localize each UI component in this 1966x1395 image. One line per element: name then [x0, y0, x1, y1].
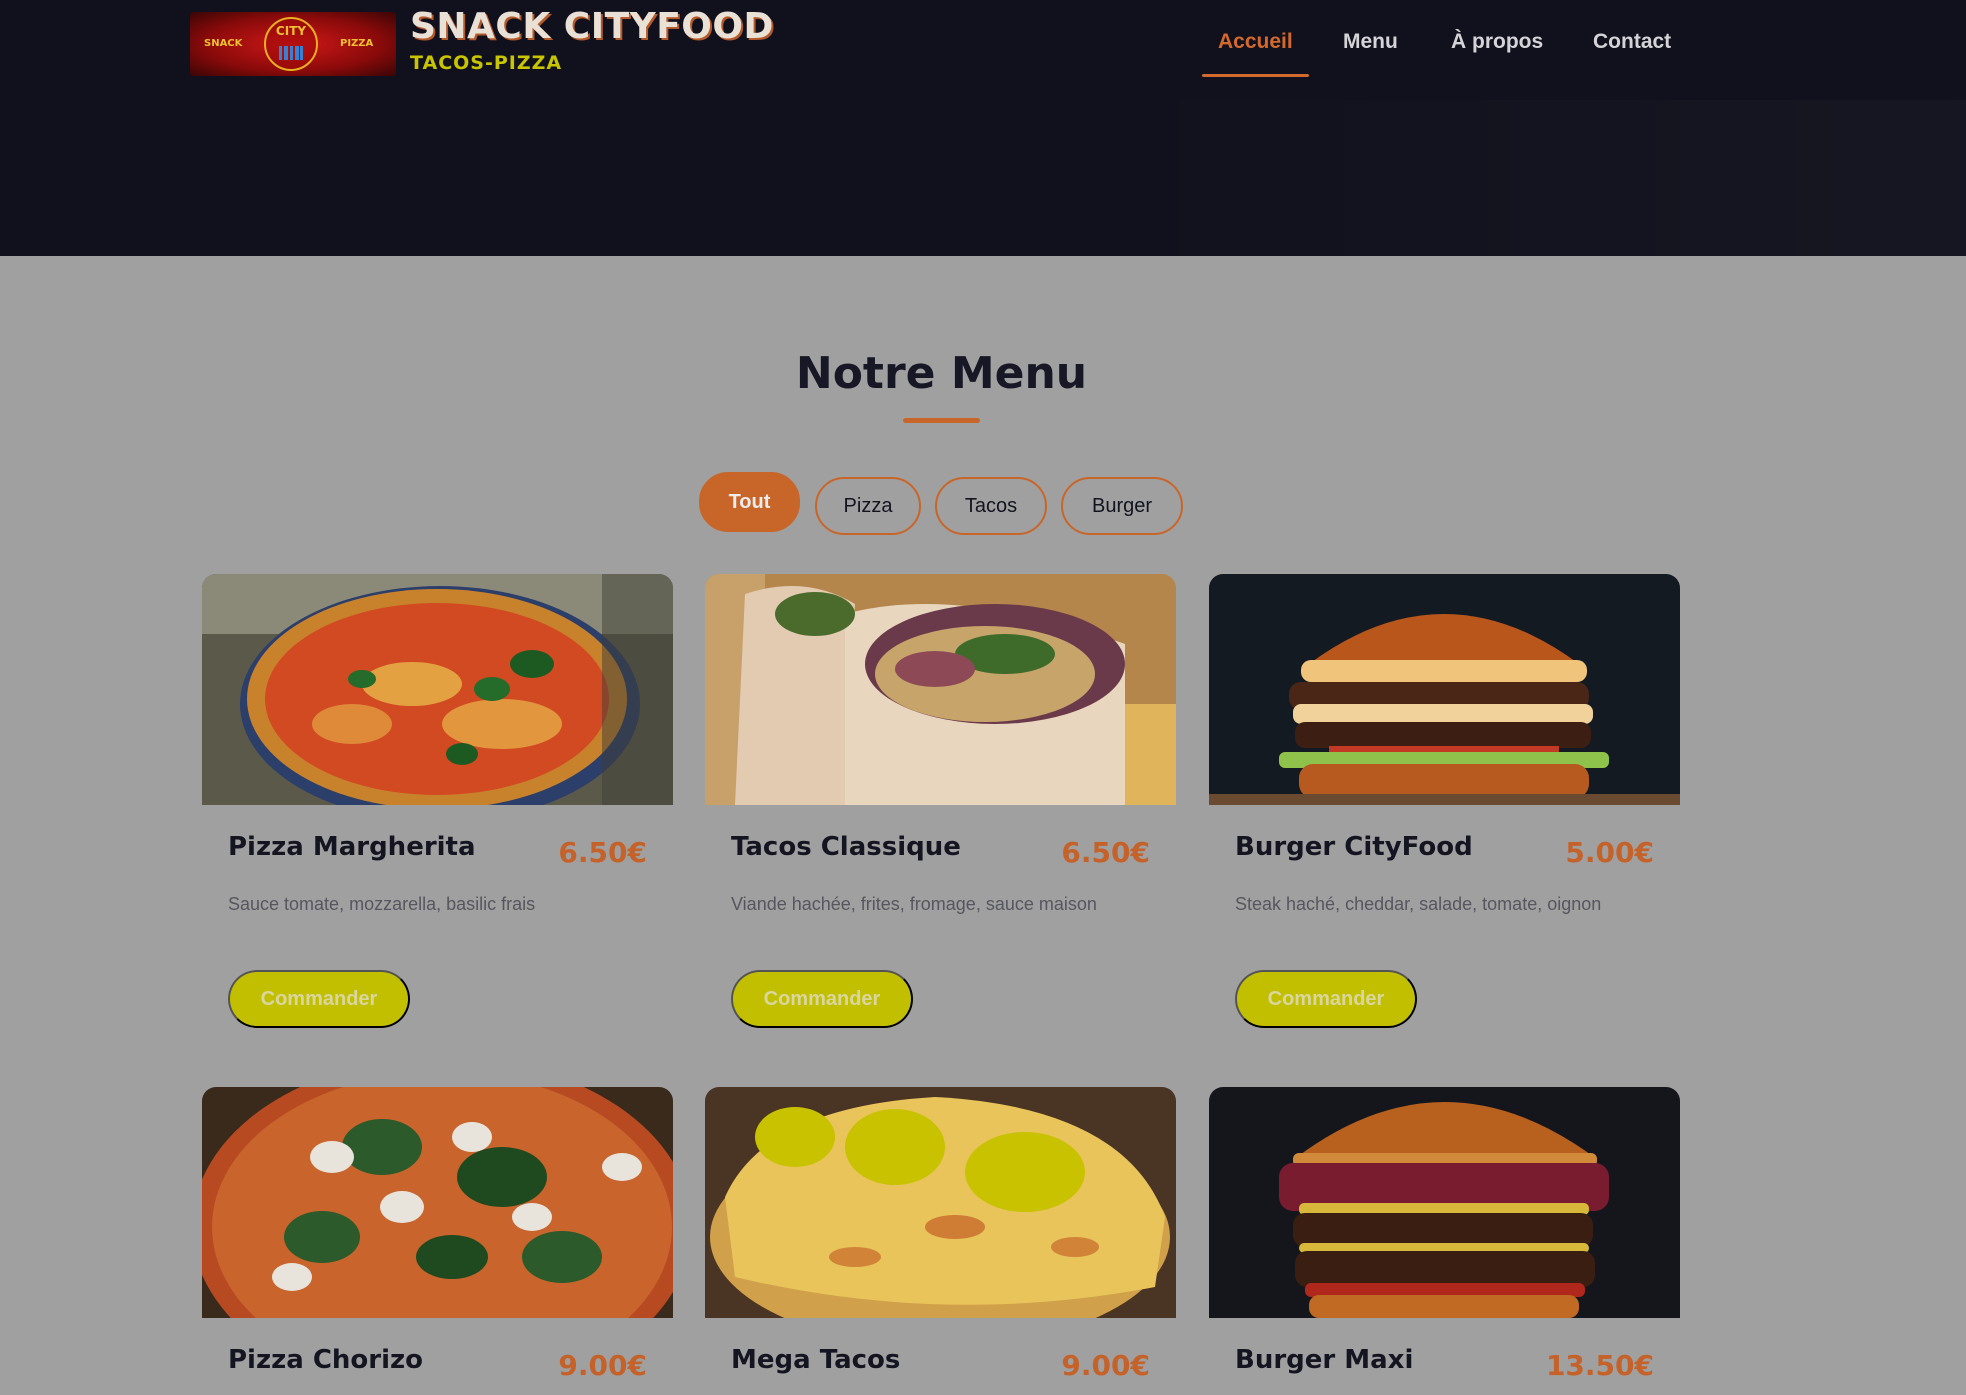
section-title: Notre Menu: [795, 348, 1088, 399]
tacos-classique-photo: [705, 574, 1176, 805]
item-price: 5.00€: [1565, 836, 1654, 869]
item-price: 9.00€: [558, 1349, 647, 1382]
order-button[interactable]: Commander: [1235, 970, 1417, 1028]
item-name: Burger Maxi: [1235, 1345, 1414, 1375]
burger-maxi-photo: [1209, 1087, 1680, 1318]
nav-link-contact[interactable]: Contact: [1593, 30, 1671, 54]
menu-card: Burger CityFood 5.00€ Steak haché, chedd…: [1209, 574, 1680, 1028]
item-name: Tacos Classique: [731, 832, 961, 862]
menu-card: Mega Tacos 9.00€: [705, 1087, 1176, 1382]
order-button[interactable]: Commander: [731, 970, 913, 1028]
item-name: Pizza Chorizo: [228, 1345, 424, 1375]
item-price: 9.00€: [1061, 1349, 1150, 1382]
filter-pizza[interactable]: Pizza: [815, 477, 921, 535]
item-name: Pizza Margherita: [228, 832, 476, 862]
nav-link-a-propos[interactable]: À propos: [1451, 30, 1543, 54]
pizza-chorizo-photo: [202, 1087, 673, 1318]
item-price: 6.50€: [558, 836, 647, 869]
menu-card: Pizza Margherita 6.50€ Sauce tomate, moz…: [202, 574, 673, 1028]
nav-link-menu[interactable]: Menu: [1343, 30, 1398, 54]
item-price: 6.50€: [1061, 836, 1150, 869]
filter-tacos[interactable]: Tacos: [935, 477, 1047, 535]
menu-card: Pizza Chorizo 9.00€: [202, 1087, 673, 1382]
item-price: 13.50€: [1545, 1349, 1654, 1382]
item-description: Sauce tomate, mozzarella, basilic frais: [228, 894, 536, 914]
section-title-underline: [903, 418, 980, 423]
item-description: Steak haché, cheddar, salade, tomate, oi…: [1235, 894, 1602, 914]
item-name: Mega Tacos: [731, 1345, 901, 1375]
menu-card: Tacos Classique 6.50€ Viande hachée, fri…: [705, 574, 1176, 1028]
nav-link-accueil[interactable]: Accueil: [1218, 30, 1293, 54]
filter-tout[interactable]: Tout: [699, 472, 800, 532]
city-skyline-icon: [279, 46, 303, 60]
item-description: Viande hachée, frites, fromage, sauce ma…: [731, 894, 1097, 914]
nav-active-indicator: [1202, 74, 1309, 77]
logo[interactable]: SNACK CITY PIZZA: [190, 12, 396, 76]
item-name: Burger CityFood: [1235, 832, 1473, 862]
mega-tacos-photo: [705, 1087, 1176, 1318]
logo-text-right: PIZZA: [340, 38, 374, 49]
order-button[interactable]: Commander: [228, 970, 410, 1028]
site-header: SNACK CITY PIZZA SNACK CITYFOOD TACOS-PI…: [0, 0, 1966, 256]
logo-text-center: CITY: [275, 24, 307, 38]
brand-title[interactable]: SNACK CITYFOOD: [410, 6, 774, 47]
filter-burger[interactable]: Burger: [1061, 477, 1183, 535]
burger-cityfood-photo: [1209, 574, 1680, 805]
hero-background: [1100, 100, 1966, 256]
brand-subtitle: TACOS-PIZZA: [410, 52, 563, 74]
menu-card: Burger Maxi 13.50€: [1209, 1087, 1680, 1382]
logo-text-left: SNACK: [204, 38, 243, 49]
pizza-margherita-photo: [202, 574, 673, 805]
